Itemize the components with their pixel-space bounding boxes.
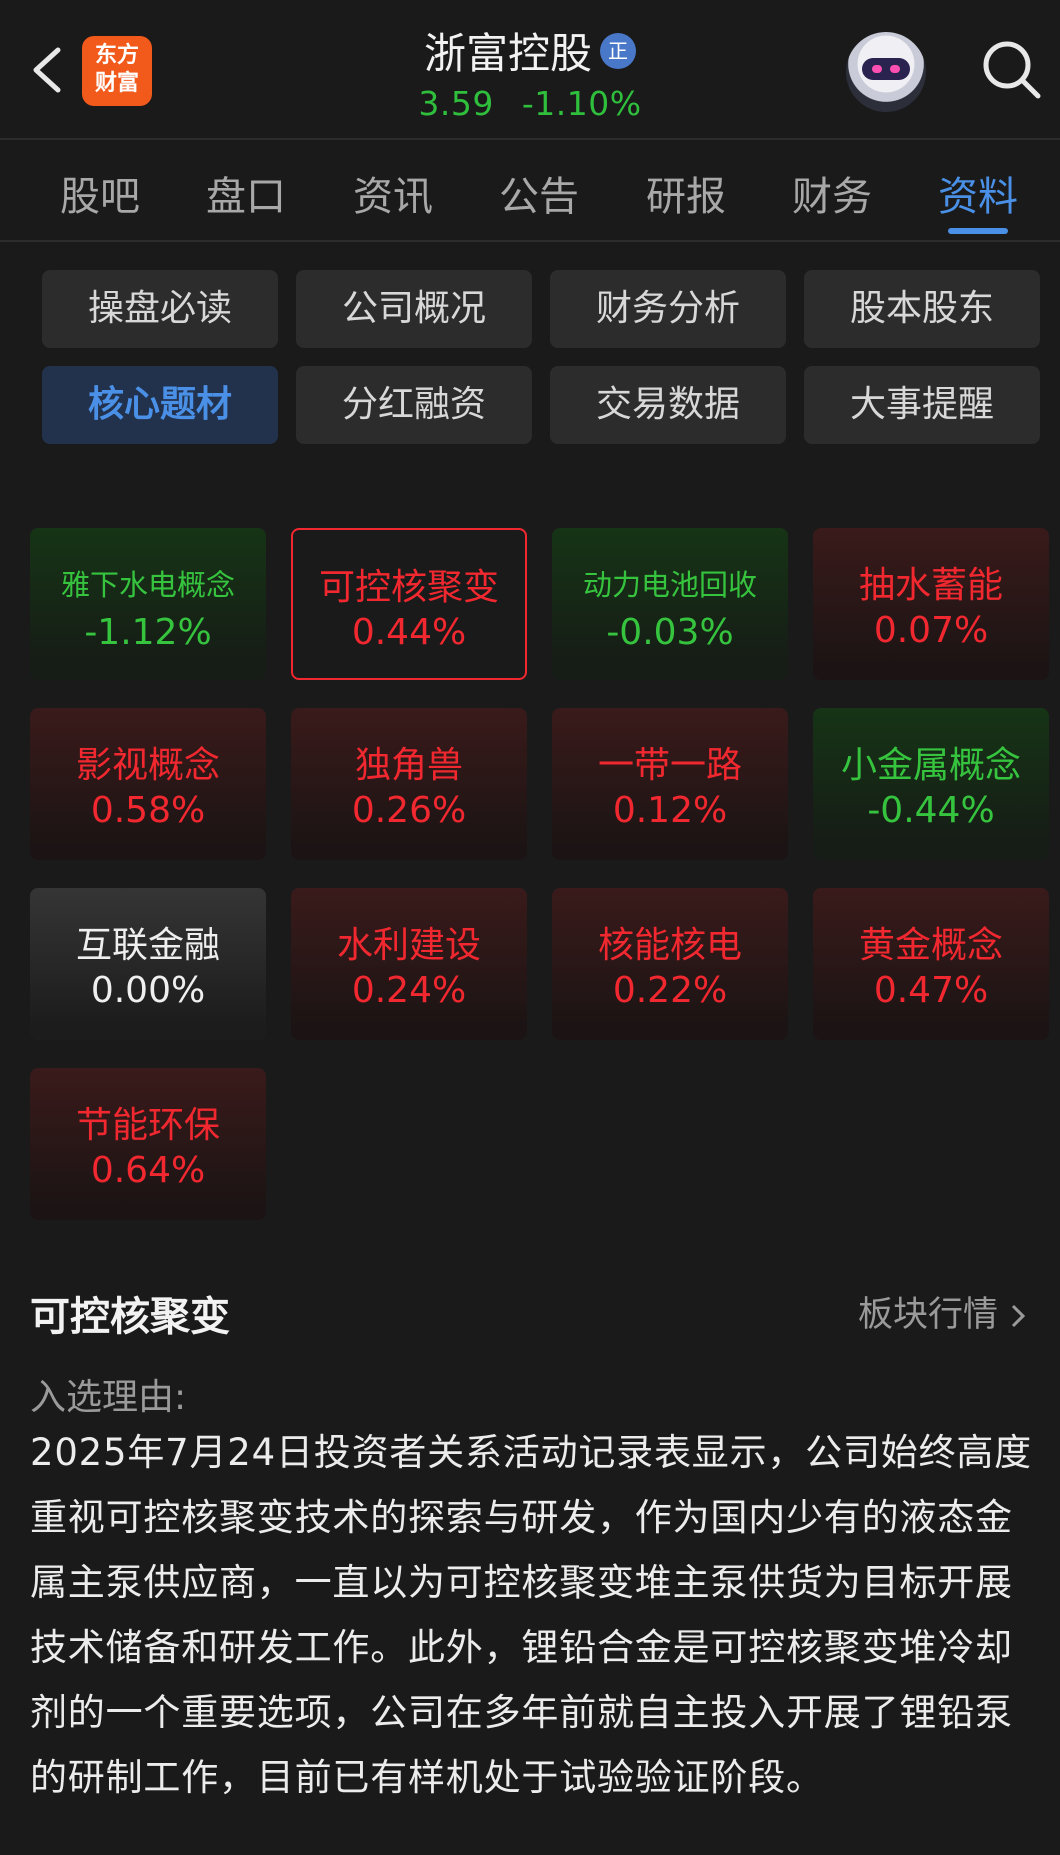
theme-name: 小金属概念 [840, 745, 1021, 786]
tab-news[interactable]: 资讯 [328, 164, 458, 222]
sector-quotes-link[interactable]: 板块行情 [858, 1286, 1032, 1337]
chevron-right-icon [1011, 1304, 1026, 1328]
theme-name: 独角兽 [354, 745, 463, 786]
theme-change: 0.58% [90, 790, 206, 831]
avatar-visor [862, 58, 910, 80]
tab-finance[interactable]: 财务 [767, 164, 897, 222]
theme-card[interactable]: 小金属概念 -0.44% [813, 708, 1049, 860]
tab-bar: 股吧 盘口 资讯 公告 研报 财务 资料 [0, 140, 1060, 240]
reason-text: 2025年7月24日投资者关系活动记录表显示，公司始终高度重视可控核聚变技术的探… [30, 1431, 1032, 1799]
theme-change: 0.00% [90, 970, 206, 1011]
stock-change: -1.10% [521, 84, 642, 123]
theme-name: 一带一路 [597, 745, 742, 786]
subbtn-dividends[interactable]: 分红融资 [296, 366, 532, 444]
theme-card[interactable]: 独角兽 0.26% [291, 708, 527, 860]
theme-name: 雅下水电概念 [60, 568, 235, 602]
stock-header: 东方 财富 浙富控股正 3.59 -1.10% [0, 0, 1060, 138]
theme-change: -1.12% [84, 612, 212, 653]
search-icon[interactable] [978, 36, 1044, 102]
theme-name: 互联金融 [75, 925, 220, 966]
theme-change: 0.47% [873, 970, 989, 1011]
theme-card[interactable]: 互联金融 0.00% [30, 888, 266, 1040]
theme-name: 黄金概念 [858, 925, 1003, 966]
tab-announcements[interactable]: 公告 [474, 164, 604, 222]
theme-name: 动力电池回收 [582, 568, 757, 602]
theme-change: 0.07% [873, 610, 989, 651]
subbtn-company-overview[interactable]: 公司概况 [296, 270, 532, 348]
theme-change: 0.24% [351, 970, 467, 1011]
theme-change: -0.03% [606, 612, 734, 653]
tab-profile[interactable]: 资料 [913, 164, 1043, 222]
theme-name: 核能核电 [597, 925, 742, 966]
stock-name: 浙富控股 [423, 29, 592, 78]
theme-card-selected[interactable]: 可控核聚变 0.44% [291, 528, 527, 680]
active-tab-underline [948, 228, 1008, 234]
theme-change: 0.26% [351, 790, 467, 831]
theme-card[interactable]: 动力电池回收 -0.03% [552, 528, 788, 680]
assistant-robot-avatar[interactable] [846, 32, 926, 112]
subbtn-shareholders[interactable]: 股本股东 [804, 270, 1040, 348]
stock-price: 3.59 [418, 84, 494, 123]
theme-card[interactable]: 雅下水电概念 -1.12% [30, 528, 266, 680]
theme-card[interactable]: 抽水蓄能 0.07% [813, 528, 1049, 680]
stock-status-badge: 正 [600, 32, 636, 69]
subbtn-trading-data[interactable]: 交易数据 [550, 366, 786, 444]
theme-change: 0.64% [90, 1150, 206, 1191]
theme-name: 水利建设 [336, 925, 481, 966]
selected-theme-title: 可控核聚变 [30, 1294, 230, 1340]
theme-name: 可控核聚变 [318, 567, 499, 608]
theme-card[interactable]: 核能核电 0.22% [552, 888, 788, 1040]
theme-change: -0.44% [867, 790, 995, 831]
theme-change: 0.44% [351, 612, 467, 653]
theme-card[interactable]: 黄金概念 0.47% [813, 888, 1049, 1040]
subbtn-events[interactable]: 大事提醒 [804, 366, 1040, 444]
theme-change: 0.22% [612, 970, 728, 1011]
theme-name: 抽水蓄能 [858, 565, 1003, 606]
tab-pankou[interactable]: 盘口 [181, 164, 311, 222]
subbtn-financial-analysis[interactable]: 财务分析 [550, 270, 786, 348]
theme-name: 节能环保 [75, 1105, 220, 1146]
theme-card[interactable]: 水利建设 0.24% [291, 888, 527, 1040]
avatar-eye-right [890, 65, 900, 73]
tabs-divider [0, 240, 1060, 242]
theme-card[interactable]: 节能环保 0.64% [30, 1068, 266, 1220]
sector-quotes-label: 板块行情 [858, 1295, 999, 1335]
theme-change: 0.12% [612, 790, 728, 831]
subbtn-core-themes[interactable]: 核心题材 [42, 366, 278, 444]
subbtn-trading-guide[interactable]: 操盘必读 [42, 270, 278, 348]
tab-research[interactable]: 研报 [621, 164, 751, 222]
theme-name: 影视概念 [75, 745, 220, 786]
theme-card[interactable]: 一带一路 0.12% [552, 708, 788, 860]
reason-label: 入选理由: [30, 1377, 187, 1418]
tab-guba[interactable]: 股吧 [35, 164, 165, 222]
theme-card[interactable]: 影视概念 0.58% [30, 708, 266, 860]
avatar-eye-left [872, 65, 882, 73]
